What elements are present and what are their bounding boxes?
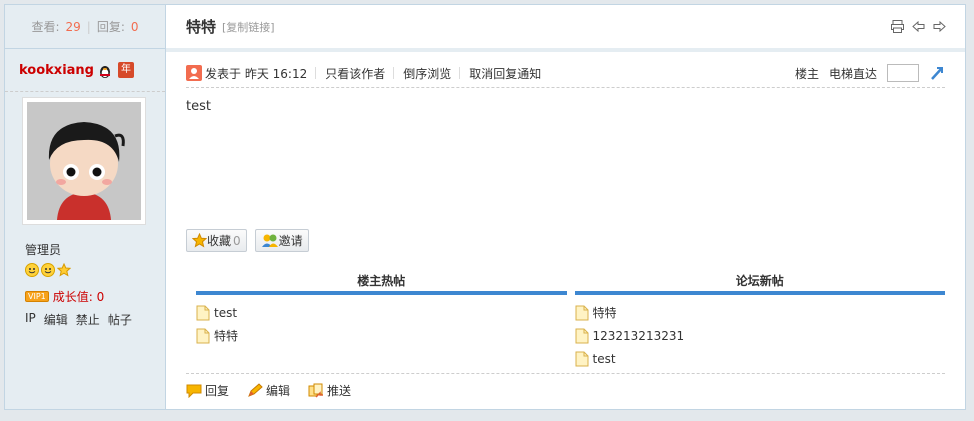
user-rank-icons [25,263,71,277]
username-row: kookxiang 年 [5,49,165,92]
views-label: 查看: [31,20,60,34]
meta-divider [459,67,461,79]
avatar-frame[interactable] [22,97,146,225]
new-posts-column: 论坛新帖 特特 123213213231 test [574,271,946,370]
list-item-title[interactable]: test [214,306,237,320]
post-content: test [186,99,211,114]
floor-label: 楼主 [794,66,819,81]
push-button[interactable]: 推送 [308,382,351,399]
user-online-icon [186,65,202,81]
document-icon [196,328,210,343]
star-rank-icon [57,263,71,277]
push-label: 推送 [327,384,352,398]
growth-row: VIP1 成长值: 0 [25,288,104,305]
user-sidebar: 查看: 29 | 回复: 0 kookxiang 年 管理员 VIP1 成长值:… [5,5,166,409]
vip-badge: VIP1 [25,291,49,302]
list-item[interactable]: 特特 [196,324,567,347]
document-icon [575,305,588,320]
edit-label: 编辑 [266,384,291,398]
related-lists: 楼主热帖 test 特特 论坛新帖 特特 123213213231 test [196,271,945,370]
prev-thread-icon[interactable] [911,19,926,34]
year-badge: 年 [117,62,134,78]
admin-link-edit[interactable]: 编辑 [44,311,68,328]
post-main: 特特 [复制链接] 发表于 昨天 16:12 只看该作者 倒序浏览 取消回复通知… [166,5,965,409]
elevator-label: 电梯直达 [828,66,877,81]
hot-posts-list: test 特特 [196,301,567,347]
edit-button[interactable]: 编辑 [247,382,290,399]
cancel-notify-link[interactable]: 取消回复通知 [469,65,541,82]
reply-bubble-icon [186,384,202,398]
print-icon[interactable] [890,19,905,34]
document-icon [196,305,210,320]
stats-divider: | [86,19,91,34]
user-role: 管理员 [25,243,62,257]
pencil-icon [248,383,263,397]
title-toolbar [890,19,947,34]
views-count: 29 [65,19,81,34]
favorite-count: 0 [233,233,241,248]
next-thread-icon[interactable] [932,19,947,34]
push-docs-icon [308,383,324,398]
floor-jump-input[interactable] [887,64,919,82]
copy-link-button[interactable]: [复制链接] [222,19,275,35]
favorite-button[interactable]: 收藏 0 [186,229,247,252]
username-link[interactable]: kookxiang [19,63,94,78]
thread-title: 特特 [186,18,217,36]
list-item-title[interactable]: 123213213231 [593,329,685,343]
reply-button[interactable]: 回复 [186,382,229,399]
list-item-title[interactable]: 特特 [593,304,617,321]
avatar[interactable] [27,102,141,220]
list-item[interactable]: 123213213231 [575,324,946,347]
floor-nav: 楼主 电梯直达 [795,64,945,82]
favorite-label: 收藏 [207,234,232,248]
post-time: 发表于 昨天 16:12 [205,66,308,81]
smiley-rank-icon [25,263,39,277]
list-item-title[interactable]: test [593,352,616,366]
post-frame: 查看: 29 | 回复: 0 kookxiang 年 管理员 VIP1 成长值:… [4,4,966,410]
list-item[interactable]: test [196,301,567,324]
only-author-link[interactable]: 只看该作者 [325,65,385,82]
document-icon [575,351,588,366]
admin-links: IP 编辑 禁止 帖子 [25,311,132,328]
qq-penguin-icon[interactable] [98,63,112,78]
admin-link-posts[interactable]: 帖子 [108,311,132,328]
growth-value: 成长值: 0 [52,290,105,304]
reverse-order-link[interactable]: 倒序浏览 [403,65,451,82]
hot-posts-heading: 楼主热帖 [196,271,567,295]
new-posts-heading: 论坛新帖 [574,271,945,295]
invite-label: 邀请 [278,234,303,248]
meta-divider [393,67,395,79]
admin-link-ban[interactable]: 禁止 [76,311,100,328]
elevator-go-icon[interactable] [929,65,945,81]
replies-count: 0 [130,19,139,34]
thread-stats: 查看: 29 | 回复: 0 [5,5,165,49]
list-item[interactable]: test [575,347,946,370]
document-icon [575,328,588,343]
post-buttons: 收藏 0 邀请 [186,229,309,252]
admin-link-ip[interactable]: IP [25,311,36,328]
star-icon [192,233,207,248]
thread-title-bar: 特特 [复制链接] [166,5,965,52]
replies-label: 回复: [96,20,125,34]
post-meta-bar: 发表于 昨天 16:12 只看该作者 倒序浏览 取消回复通知 楼主 电梯直达 [186,59,945,88]
list-item[interactable]: 特特 [575,301,946,324]
smiley-rank-icon [41,263,55,277]
hot-posts-column: 楼主热帖 test 特特 [196,271,567,370]
meta-divider [315,67,317,79]
post-actions: 回复 编辑 推送 [186,373,945,399]
reply-label: 回复 [205,384,230,398]
invite-people-icon [261,234,278,247]
invite-button[interactable]: 邀请 [254,229,309,252]
new-posts-list: 特特 123213213231 test [575,301,946,370]
list-item-title[interactable]: 特特 [214,327,238,344]
